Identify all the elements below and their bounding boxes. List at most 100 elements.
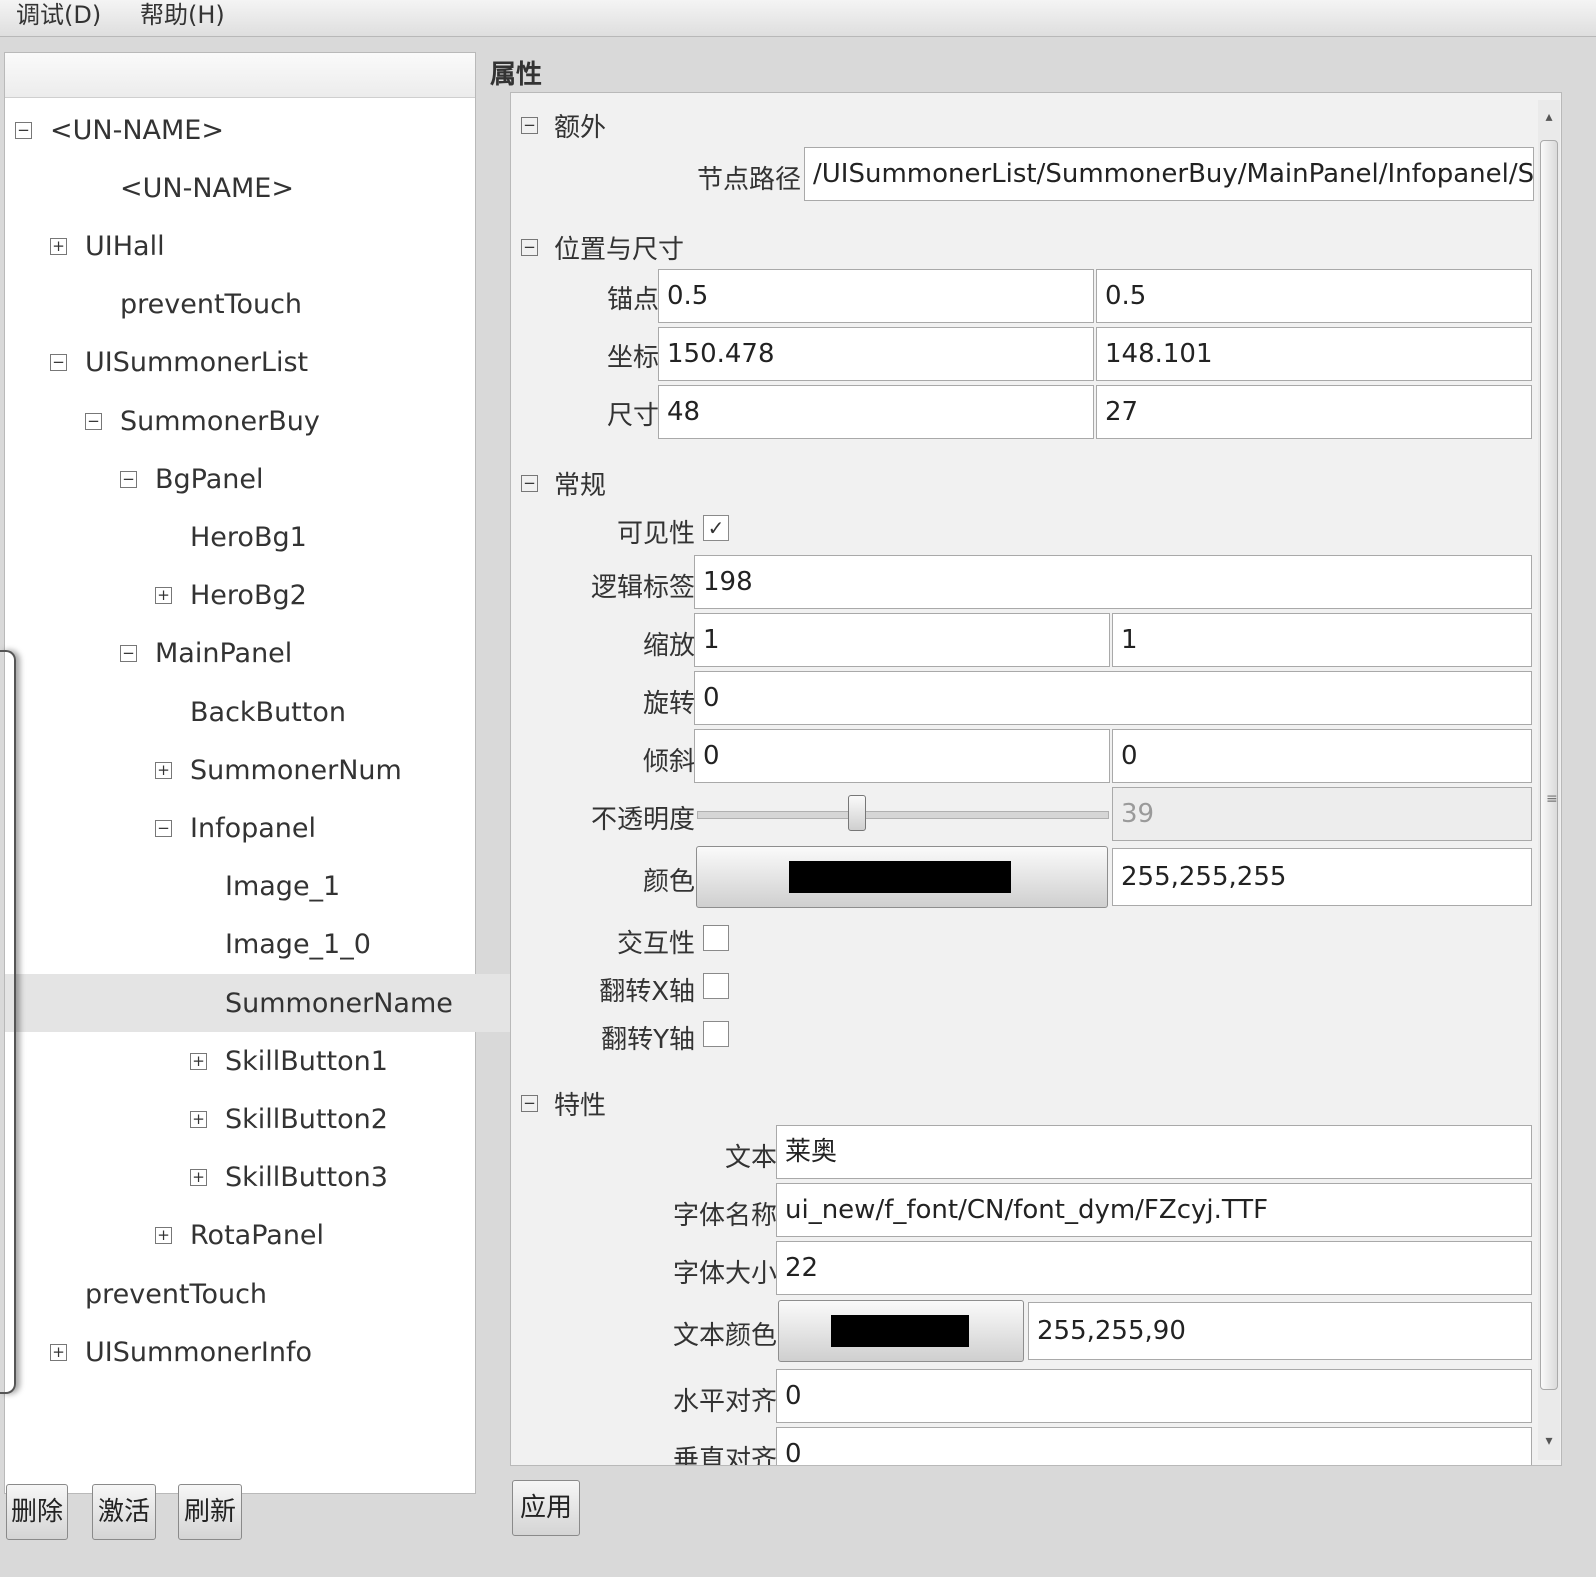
tree-node[interactable]: + UISummonerInfo (5, 1323, 518, 1381)
collapse-icon[interactable]: − (120, 470, 137, 488)
opacity-slider-thumb[interactable] (847, 795, 866, 831)
color-picker-button[interactable] (696, 846, 1108, 908)
properties-title: 属性 (490, 60, 543, 90)
rotation-field[interactable]: 0 (694, 671, 1532, 725)
expand-icon[interactable]: + (190, 1110, 207, 1128)
scroll-thumb[interactable]: ≡ (1540, 140, 1558, 1390)
tree-node-label: SkillButton1 (225, 1045, 388, 1077)
activate-button[interactable]: 激活 (92, 1484, 156, 1540)
font-size-field[interactable]: 22 (776, 1241, 1532, 1295)
tree-node[interactable]: − BgPanel (5, 450, 588, 508)
collapse-icon[interactable]: − (50, 354, 67, 372)
v-align-field[interactable]: 0 (776, 1427, 1532, 1465)
properties-scrollbar[interactable]: ▴ ≡ ▾ (1538, 100, 1560, 1460)
expand-icon[interactable]: + (190, 1052, 207, 1070)
tree-node-label: SkillButton2 (225, 1103, 388, 1135)
menu-help[interactable]: 帮助(H) (140, 0, 225, 30)
skew-y-field[interactable]: 0 (1112, 729, 1532, 783)
visible-label: 可见性 (616, 519, 695, 549)
anchor-y-field[interactable]: 0.5 (1096, 269, 1532, 323)
collapse-icon[interactable]: − (521, 1095, 538, 1112)
collapse-icon[interactable]: − (155, 819, 172, 837)
tree-node-label: preventTouch (120, 289, 303, 321)
tree-node[interactable]: − UISummonerList (5, 334, 518, 392)
tree-node[interactable]: <UN-NAME> (5, 159, 553, 217)
opacity-value-field: 39 (1112, 787, 1532, 841)
flipx-checkbox[interactable] (703, 973, 729, 999)
opacity-label: 不透明度 (590, 805, 695, 835)
section-general[interactable]: − 常规 (521, 465, 606, 502)
menu-debug[interactable]: 调试(D) (16, 0, 101, 30)
scale-x-field[interactable]: 1 (694, 613, 1110, 667)
flipy-label: 翻转Y轴 (601, 1025, 695, 1055)
tree-node-label: SummonerNum (190, 754, 402, 786)
tree-node-label: MainPanel (155, 638, 293, 670)
node-path-field[interactable]: /UISummonerList/SummonerBuy/MainPanel/In… (804, 147, 1534, 201)
tree-node[interactable]: preventTouch (5, 1265, 518, 1323)
color-label: 颜色 (642, 867, 695, 897)
tree-node[interactable]: preventTouch (5, 276, 553, 334)
expand-icon[interactable]: + (50, 237, 67, 255)
tree-node-label: SummonerBuy (120, 405, 320, 437)
expand-icon[interactable]: + (190, 1169, 207, 1187)
delete-button[interactable]: 删除 (6, 1484, 68, 1540)
interactive-label: 交互性 (616, 929, 695, 959)
interactive-checkbox[interactable] (703, 925, 729, 951)
v-align-label: 垂直对齐 (672, 1445, 777, 1466)
collapse-icon[interactable]: − (521, 475, 538, 492)
side-tab[interactable] (0, 650, 16, 1394)
h-align-field[interactable]: 0 (776, 1369, 1532, 1423)
position-x-field[interactable]: 150.478 (658, 327, 1094, 381)
tree-node-label: HeroBg1 (190, 521, 307, 553)
tree-node[interactable]: − SummonerBuy (5, 392, 553, 450)
color-swatch (789, 861, 1011, 893)
color-value-field[interactable]: 255,255,255 (1112, 848, 1532, 906)
tree-node-label: Image_1 (225, 871, 341, 903)
section-extra[interactable]: − 额外 (521, 107, 606, 144)
font-size-label: 字体大小 (672, 1259, 777, 1289)
scroll-down-icon[interactable]: ▾ (1538, 1430, 1560, 1452)
scroll-up-icon[interactable]: ▴ (1538, 106, 1560, 128)
skew-x-field[interactable]: 0 (694, 729, 1110, 783)
collapse-icon[interactable]: − (15, 121, 32, 139)
text-color-value-field[interactable]: 255,255,90 (1028, 1302, 1532, 1360)
font-name-field[interactable]: ui_new/f_font/CN/font_dym/FZcyj.TTF (776, 1183, 1532, 1237)
collapse-icon[interactable]: − (120, 645, 137, 663)
expand-icon[interactable]: + (155, 1227, 172, 1245)
opacity-slider-track[interactable] (697, 811, 1109, 819)
position-y-field[interactable]: 148.101 (1096, 327, 1532, 381)
tag-field[interactable]: 198 (694, 555, 1532, 609)
tree-node-label: RotaPanel (190, 1220, 325, 1252)
text-field[interactable]: 莱奥 (776, 1125, 1532, 1179)
expand-icon[interactable]: + (155, 587, 172, 605)
collapse-icon[interactable]: − (521, 239, 538, 256)
node-tree-panel[interactable]: − <UN-NAME> <UN-NAME> + UIHall preventTouch − U… (4, 52, 658, 1494)
font-name-label: 字体名称 (672, 1201, 777, 1231)
collapse-icon[interactable]: − (521, 117, 538, 134)
tree-node[interactable]: + UIHall (5, 217, 518, 275)
tree-node-label: Image_1_0 (225, 929, 371, 961)
anchor-x-field[interactable]: 0.5 (658, 269, 1094, 323)
section-features[interactable]: − 特性 (521, 1085, 606, 1122)
apply-button[interactable]: 应用 (512, 1480, 580, 1536)
flipy-checkbox[interactable] (703, 1021, 729, 1047)
collapse-icon[interactable]: − (85, 412, 102, 430)
text-color-picker-button[interactable] (778, 1300, 1024, 1362)
size-w-field[interactable]: 48 (658, 385, 1094, 439)
section-position-size[interactable]: − 位置与尺寸 (521, 229, 684, 266)
rotation-label: 旋转 (642, 689, 695, 719)
grip-icon: ≡ (1546, 791, 1558, 807)
visible-checkbox[interactable]: ✓ (703, 515, 729, 541)
refresh-button[interactable]: 刷新 (178, 1484, 242, 1540)
tree-node[interactable]: − MainPanel (5, 625, 588, 683)
scale-y-field[interactable]: 1 (1112, 613, 1532, 667)
size-h-field[interactable]: 27 (1096, 385, 1532, 439)
properties-panel: − 额外 节点路径 /UISummonerList/SummonerBuy/Ma… (510, 92, 1562, 1466)
expand-icon[interactable]: + (50, 1343, 67, 1361)
tree-node[interactable]: − <UN-NAME> (5, 101, 483, 159)
expand-icon[interactable]: + (155, 761, 172, 779)
flipx-label: 翻转X轴 (599, 977, 695, 1007)
